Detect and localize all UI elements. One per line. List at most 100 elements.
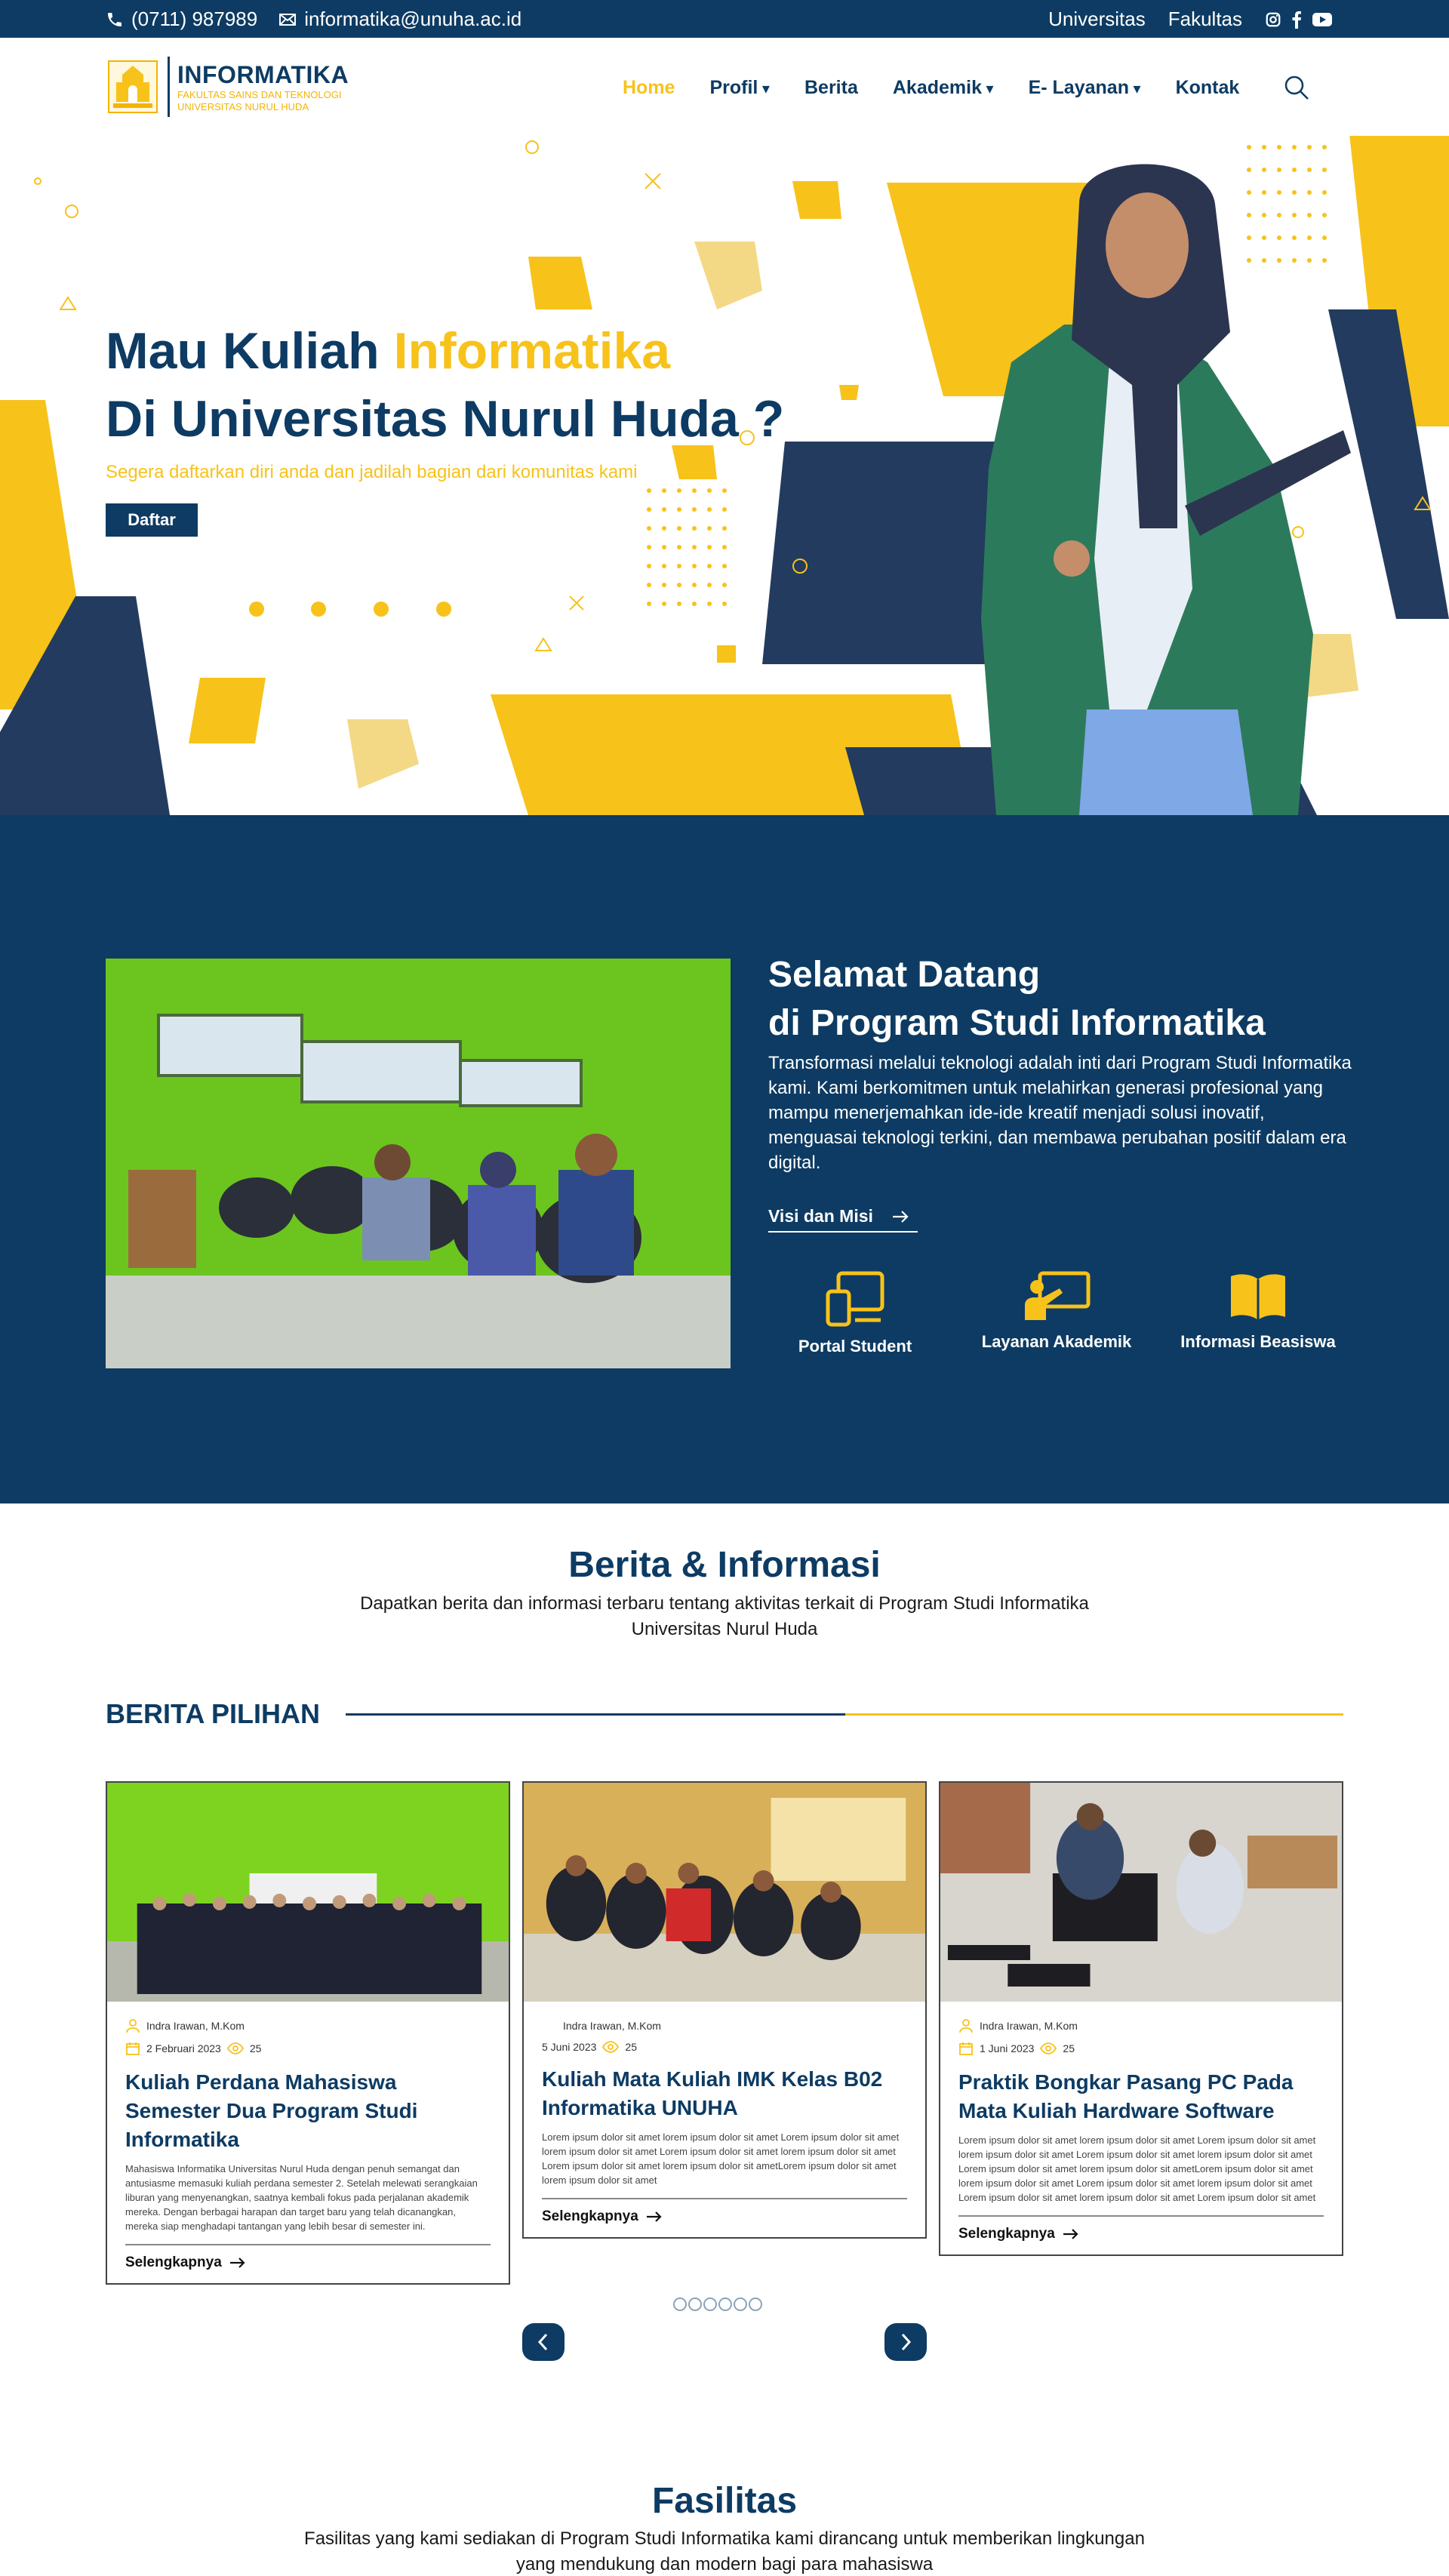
divider-navy (346, 1713, 845, 1716)
news-meta: 5 Juni 2023 25 (542, 2041, 907, 2053)
phone-icon (108, 12, 122, 26)
quick-informasi-beasiswa-label: Informasi Beasiswa (1180, 1332, 1336, 1351)
nav-kontak[interactable]: Kontak (1176, 77, 1240, 99)
carousel-prev-button[interactable] (522, 2323, 565, 2361)
carousel-dot[interactable] (734, 2297, 747, 2311)
nav-home[interactable]: Home (623, 77, 675, 99)
berita-subtitle-line2: Universitas Nurul Huda (631, 1619, 818, 1639)
news-author: Indra Irawan, M.Kom (125, 2018, 491, 2033)
youtube-icon[interactable] (1312, 11, 1333, 28)
facebook-icon[interactable] (1291, 11, 1303, 29)
news-date: 1 Juni 2023 (980, 2042, 1035, 2054)
main-nav: Home Profil Berita Akademik E- Layanan K… (623, 77, 1239, 99)
news-date: 5 Juni 2023 (542, 2041, 597, 2053)
email-contact[interactable]: informatika@unuha.ac.id (278, 8, 521, 31)
news-card[interactable]: Indra Irawan, M.Kom 1 Juni 2023 25 Prakt… (939, 1781, 1343, 2256)
news-meta: 2 Februari 2023 25 (125, 2041, 491, 2056)
carousel-dots (673, 2297, 762, 2311)
news-card[interactable]: Indra Irawan, M.Kom 5 Juni 2023 25 Kulia… (522, 1781, 927, 2239)
site-logo[interactable]: INFORMATIKA FAKULTAS SAINS DAN TEKNOLOGI… (106, 57, 349, 117)
link-universitas[interactable]: Universitas (1048, 8, 1146, 31)
read-more-link[interactable]: Selengkapnya (125, 2254, 491, 2271)
instagram-icon[interactable] (1265, 11, 1281, 28)
carousel-next-button[interactable] (884, 2323, 927, 2361)
hero-title-highlight: Informatika (393, 322, 671, 380)
divider-yellow (845, 1713, 1343, 1716)
welcome-section: Selamat Datang di Program Studi Informat… (0, 815, 1449, 1503)
carousel-dot[interactable] (688, 2297, 702, 2311)
news-title[interactable]: Kuliah Perdana Mahasiswa Semester Dua Pr… (125, 2068, 491, 2154)
welcome-body: Transformasi melalui teknologi adalah in… (768, 1053, 1352, 1173)
hero-title-line2: Di Universitas Nurul Huda ? (106, 390, 785, 448)
welcome-title-line2: di Program Studi Informatika (768, 1003, 1266, 1043)
fasilitas-subtitle-line1: Fasilitas yang kami sediakan di Program … (304, 2528, 1145, 2549)
chevron-left-icon (537, 2333, 548, 2351)
visi-misi-link[interactable]: Visi dan Misi (768, 1206, 918, 1233)
hero-section: Mau Kuliah Informatika Di Universitas Nu… (0, 136, 1449, 815)
read-more-link[interactable]: Selengkapnya (542, 2208, 907, 2225)
berita-title: Berita & Informasi (568, 1545, 881, 1585)
eye-icon (1040, 2042, 1057, 2054)
nav-profil[interactable]: Profil (709, 77, 770, 99)
news-image (940, 1783, 1342, 2002)
nav-akademik[interactable]: Akademik (893, 77, 994, 99)
arrow-right-icon (229, 2257, 245, 2268)
quick-portal-student[interactable]: Portal Student (768, 1270, 942, 1356)
news-views: 25 (625, 2041, 637, 2053)
quick-layanan-akademik[interactable]: Layanan Akademik (970, 1270, 1143, 1352)
news-title[interactable]: Kuliah Mata Kuliah IMK Kelas B02 Informa… (542, 2065, 907, 2122)
brand-name: INFORMATIKA (177, 60, 349, 88)
news-author: Indra Irawan, M.Kom (958, 2018, 1324, 2033)
read-more-link[interactable]: Selengkapnya (958, 2226, 1324, 2242)
welcome-title-line1: Selamat Datang (768, 955, 1041, 995)
phone-contact[interactable]: (0711) 987989 (106, 8, 257, 31)
brand-faculty: FAKULTAS SAINS DAN TEKNOLOGI (177, 88, 342, 100)
read-more-label: Selengkapnya (125, 2254, 222, 2270)
news-image (107, 1783, 509, 2002)
news-divider (542, 2198, 907, 2199)
carousel-dot[interactable] (718, 2297, 732, 2311)
book-icon (1231, 1274, 1285, 1320)
berita-pilihan-heading: BERITA PILIHAN (106, 1698, 320, 1729)
search-icon[interactable] (1283, 74, 1310, 101)
news-views: 25 (249, 2042, 262, 2054)
calendar-icon (126, 2042, 140, 2055)
news-author: Indra Irawan, M.Kom (542, 2018, 907, 2033)
berita-subtitle: Dapatkan berita dan informasi terbaru te… (0, 1591, 1449, 1642)
link-fakultas[interactable]: Fakultas (1168, 8, 1242, 31)
news-author-name: Indra Irawan, M.Kom (146, 2020, 245, 2032)
chevron-right-icon (901, 2333, 912, 2351)
nav-e-layanan[interactable]: E- Layanan (1029, 77, 1141, 99)
mail-icon (279, 13, 297, 26)
news-meta: 1 Juni 2023 25 (958, 2041, 1324, 2056)
nav-berita[interactable]: Berita (804, 77, 858, 99)
news-views: 25 (1063, 2042, 1075, 2054)
arrow-right-icon (646, 2211, 662, 2222)
news-image (524, 1783, 925, 2002)
arrow-right-icon (1063, 2229, 1078, 2239)
classroom-photo (106, 959, 731, 1368)
news-title[interactable]: Praktik Bongkar Pasang PC Pada Mata Kuli… (958, 2068, 1324, 2125)
news-excerpt: Lorem ipsum dolor sit amet lorem ipsum d… (958, 2134, 1316, 2203)
read-more-label: Selengkapnya (542, 2208, 638, 2224)
daftar-button[interactable]: Daftar (106, 503, 198, 537)
carousel-dot[interactable] (673, 2297, 687, 2311)
carousel-dot[interactable] (749, 2297, 762, 2311)
hero-title: Mau Kuliah Informatika Di Universitas Nu… (106, 317, 784, 453)
brand-university: UNIVERSITAS NURUL HUDA (177, 100, 309, 112)
news-card[interactable]: Indra Irawan, M.Kom 2 Februari 2023 25 K… (106, 1781, 510, 2285)
university-logo-icon (108, 60, 158, 113)
user-icon (542, 2018, 557, 2033)
news-date: 2 Februari 2023 (146, 2042, 221, 2054)
site-header: INFORMATIKA FAKULTAS SAINS DAN TEKNOLOGI… (0, 38, 1449, 136)
fasilitas-title: Fasilitas (651, 2481, 798, 2521)
read-more-label: Selengkapnya (958, 2226, 1055, 2242)
hero-subtitle: Segera daftarkan diri anda dan jadilah b… (106, 462, 638, 482)
arrow-right-icon (892, 1210, 909, 1223)
quick-informasi-beasiswa[interactable]: Informasi Beasiswa (1171, 1270, 1345, 1352)
carousel-dot[interactable] (703, 2297, 717, 2311)
fasilitas-subtitle-line2: yang mendukung dan modern bagi para maha… (515, 2554, 934, 2574)
email-text: informatika@unuha.ac.id (304, 8, 522, 30)
news-excerpt: Lorem ipsum dolor sit amet lorem ipsum d… (542, 2131, 900, 2186)
news-excerpt: Mahasiswa Informatika Universitas Nurul … (125, 2163, 478, 2232)
